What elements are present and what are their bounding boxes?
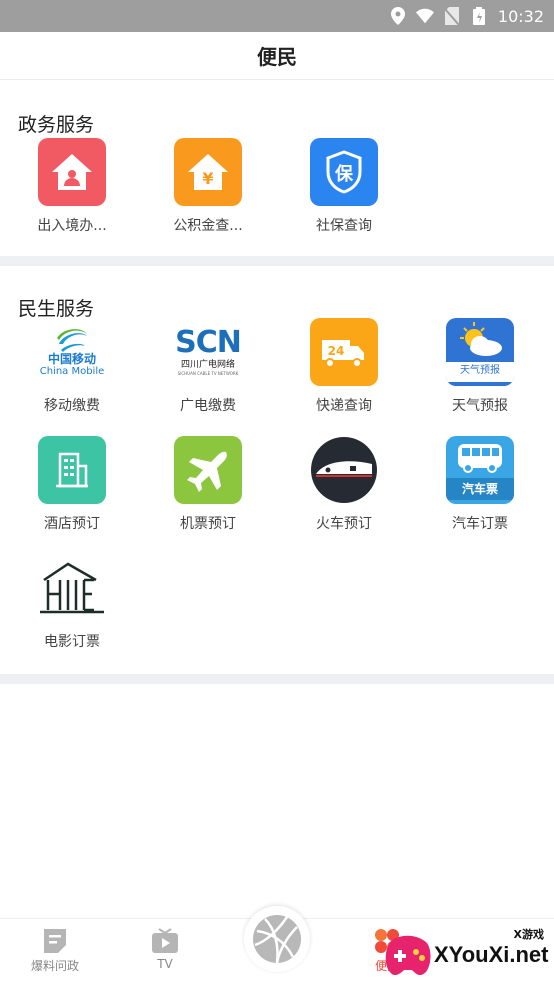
- tv-play-icon: [152, 928, 178, 953]
- service-item-express-query[interactable]: 24 快递查询: [276, 318, 412, 416]
- service-label: 电影订票: [44, 634, 100, 650]
- hotel-building-icon: [38, 436, 106, 504]
- shield-bao-icon: 保: [310, 138, 378, 206]
- wifi-icon: [415, 7, 434, 25]
- watermark-tag: X游戏: [513, 928, 544, 941]
- service-label: 快递查询: [316, 398, 372, 414]
- nav-label: TV: [157, 957, 173, 971]
- section-divider: [0, 674, 554, 684]
- china-mobile-logo: 中国移动 China Mobile: [38, 318, 106, 386]
- logo-text-weather: 天气预报: [446, 362, 514, 382]
- service-item-cable-payment[interactable]: SCN 四川广电网络 SICHUAN CABLE TV NETWORK 广电缴费: [140, 318, 276, 416]
- logo-text-cn: 中国移动: [47, 352, 96, 366]
- logo-text-cn: 四川广电网络: [180, 360, 235, 370]
- service-label: 移动缴费: [44, 398, 100, 414]
- location-icon: [389, 7, 407, 25]
- nav-label: 爆料问政: [30, 959, 79, 973]
- service-item-exit-entry[interactable]: 出入境办...: [4, 138, 140, 236]
- airplane-icon: [174, 436, 242, 504]
- service-label: 社保查询: [316, 218, 372, 234]
- gamepad-logo-icon: [385, 935, 431, 976]
- service-item-bus[interactable]: 汽车票 汽车订票: [412, 436, 548, 534]
- app-header: 便民: [0, 32, 554, 80]
- service-label: 机票预订: [180, 516, 236, 532]
- house-yen-icon: ¥: [174, 138, 242, 206]
- no-sim-icon: [443, 7, 461, 25]
- gov-services-section: 政务服务 出入境办... ¥ 公积金查... 保 社保查询: [0, 80, 554, 256]
- service-label: 出入境办...: [37, 218, 107, 234]
- report-icon: [44, 929, 66, 953]
- section-title: 政务服务: [18, 114, 95, 136]
- service-item-housing-fund[interactable]: ¥ 公积金查...: [140, 138, 276, 236]
- service-item-train[interactable]: 火车预订: [276, 436, 412, 534]
- service-label: 天气预报: [452, 398, 508, 414]
- status-time: 10:32: [497, 6, 544, 26]
- svg-text:¥: ¥: [202, 169, 213, 188]
- section-title: 民生服务: [18, 298, 95, 320]
- service-item-social-security[interactable]: 保 社保查询: [276, 138, 412, 236]
- watermark: X游戏 XYouXi.net: [382, 926, 552, 984]
- weather-sun-cloud-icon: 天气预报: [446, 318, 514, 386]
- service-label: 酒店预订: [44, 516, 100, 532]
- watermark-brand: XYouXi.net: [434, 942, 549, 967]
- page-title: 便民: [257, 45, 297, 69]
- logo-text-bus: 汽车票: [446, 478, 514, 500]
- logo-text-scn: SCN: [175, 325, 242, 360]
- scn-logo: SCN 四川广电网络 SICHUAN CABLE TV NETWORK: [174, 318, 242, 386]
- status-bar: 10:32: [0, 0, 554, 32]
- section-divider: [0, 256, 554, 266]
- nav-item-tv[interactable]: TV: [110, 927, 220, 971]
- service-item-flight[interactable]: 机票预订: [140, 436, 276, 534]
- service-label: 汽车订票: [452, 516, 508, 532]
- logo-text-en: SICHUAN CABLE TV NETWORK: [177, 371, 239, 376]
- life-services-section: 民生服务 中国移动 China Mobile 移动缴费 SCN 四川广电网络 S…: [0, 266, 554, 672]
- service-item-mobile-payment[interactable]: 中国移动 China Mobile 移动缴费: [4, 318, 140, 416]
- service-label: 广电缴费: [180, 398, 236, 414]
- basketball-icon: [253, 915, 301, 964]
- bus-icon: 汽车票: [446, 436, 514, 504]
- logo-text-en: China Mobile: [39, 366, 105, 377]
- service-item-weather[interactable]: 天气预报 天气预报: [412, 318, 548, 416]
- house-person-icon: [38, 138, 106, 206]
- cinema-building-icon: [38, 554, 106, 622]
- service-label: 火车预订: [316, 516, 372, 532]
- logo-text-24: 24: [328, 344, 345, 358]
- delivery-truck-icon: 24: [310, 318, 378, 386]
- battery-icon: [470, 7, 488, 25]
- nav-item-report[interactable]: 爆料问政: [0, 927, 110, 974]
- service-item-movie[interactable]: 电影订票: [4, 554, 140, 652]
- nav-center-basketball[interactable]: [244, 906, 310, 972]
- service-label: 公积金查...: [173, 218, 243, 234]
- service-item-hotel[interactable]: 酒店预订: [4, 436, 140, 534]
- svg-text:保: 保: [334, 163, 354, 185]
- train-icon: [310, 436, 378, 504]
